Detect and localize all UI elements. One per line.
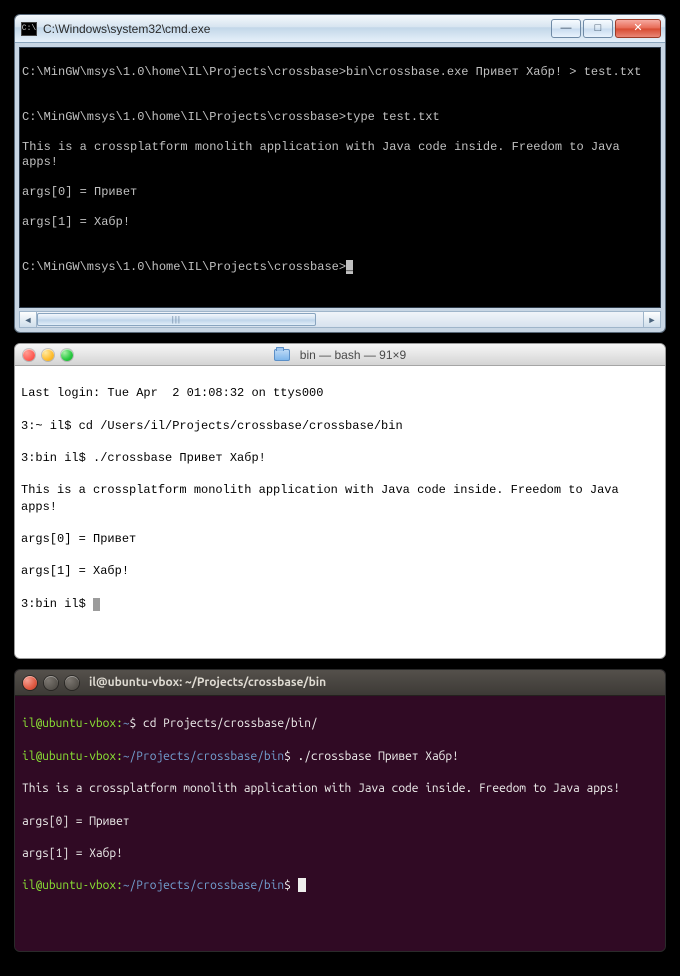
scrollbar-track[interactable]: ||| bbox=[37, 312, 643, 327]
mac-terminal-window: bin — bash — 91×9 Last login: Tue Apr 2 … bbox=[14, 343, 666, 659]
scroll-left-icon[interactable]: ◄ bbox=[20, 312, 37, 327]
minimize-button[interactable] bbox=[44, 676, 58, 690]
prompt-symbol: $ bbox=[284, 750, 297, 763]
ubuntu-titlebar[interactable]: il@ubuntu-vbox: ~/Projects/crossbase/bin bbox=[15, 670, 665, 696]
terminal-prompt-line: C:\MinGW\msys\1.0\home\IL\Projects\cross… bbox=[22, 260, 654, 275]
windows-title: C:\Windows\system32\cmd.exe bbox=[43, 23, 551, 35]
terminal-line: args[0] = Привет bbox=[22, 185, 654, 200]
windows-titlebar[interactable]: C:\ C:\Windows\system32\cmd.exe — □ ✕ bbox=[15, 15, 665, 43]
command-text: ./crossbase Привет Хабр! bbox=[298, 750, 459, 763]
windows-terminal[interactable]: C:\MinGW\msys\1.0\home\IL\Projects\cross… bbox=[19, 47, 661, 308]
minimize-button[interactable]: — bbox=[551, 19, 581, 38]
prompt-symbol: $ bbox=[284, 879, 297, 892]
horizontal-scrollbar[interactable]: ◄ ||| ► bbox=[19, 311, 661, 328]
mac-title: bin — bash — 91×9 bbox=[300, 349, 406, 361]
terminal-line: args[1] = Хабр! bbox=[21, 563, 659, 579]
scrollbar-thumb[interactable]: ||| bbox=[37, 313, 316, 326]
prompt-symbol: $ bbox=[130, 717, 143, 730]
terminal-line: C:\MinGW\msys\1.0\home\IL\Projects\cross… bbox=[22, 110, 654, 125]
terminal-line: args[1] = Хабр! bbox=[22, 215, 654, 230]
cursor-icon bbox=[93, 598, 100, 611]
ubuntu-terminal[interactable]: il@ubuntu-vbox:~$ cd Projects/crossbase/… bbox=[15, 696, 665, 951]
terminal-line: 3:bin il$ ./crossbase Привет Хабр! bbox=[21, 450, 659, 466]
terminal-line: args[0] = Привет bbox=[21, 531, 659, 547]
terminal-line: il@ubuntu-vbox:~/Projects/crossbase/bin$… bbox=[22, 749, 658, 765]
prompt: 3:bin il$ bbox=[21, 597, 93, 611]
terminal-prompt-line: 3:bin il$ bbox=[21, 596, 659, 612]
close-button[interactable] bbox=[23, 676, 37, 690]
terminal-line: Last login: Tue Apr 2 01:08:32 on ttys00… bbox=[21, 385, 659, 401]
command-text: cd Projects/crossbase/bin/ bbox=[143, 717, 318, 730]
terminal-line: 3:~ il$ cd /Users/il/Projects/crossbase/… bbox=[21, 418, 659, 434]
prompt-user: il@ubuntu-vbox: bbox=[22, 879, 123, 892]
terminal-line: args[0] = Привет bbox=[22, 814, 658, 830]
maximize-button[interactable] bbox=[65, 676, 79, 690]
windows-cmd-window: C:\ C:\Windows\system32\cmd.exe — □ ✕ C:… bbox=[14, 14, 666, 333]
terminal-line: This is a crossplatform monolith applica… bbox=[22, 781, 658, 797]
prompt: C:\MinGW\msys\1.0\home\IL\Projects\cross… bbox=[22, 260, 346, 274]
close-button[interactable]: ✕ bbox=[615, 19, 661, 38]
prompt-user: il@ubuntu-vbox: bbox=[22, 717, 123, 730]
windows-terminal-frame: C:\MinGW\msys\1.0\home\IL\Projects\cross… bbox=[15, 43, 665, 332]
maximize-button[interactable]: □ bbox=[583, 19, 613, 38]
cmd-app-icon: C:\ bbox=[21, 22, 37, 36]
ubuntu-terminal-window: il@ubuntu-vbox: ~/Projects/crossbase/bin… bbox=[14, 669, 666, 952]
prompt-path: ~/Projects/crossbase/bin bbox=[123, 879, 284, 892]
terminal-line: This is a crossplatform monolith applica… bbox=[21, 482, 659, 514]
ubuntu-title: il@ubuntu-vbox: ~/Projects/crossbase/bin bbox=[89, 677, 326, 689]
cursor-icon: _ bbox=[346, 260, 353, 274]
cursor-icon bbox=[298, 878, 306, 892]
terminal-line: il@ubuntu-vbox:~$ cd Projects/crossbase/… bbox=[22, 716, 658, 732]
folder-icon bbox=[274, 349, 290, 361]
terminal-line: This is a crossplatform monolith applica… bbox=[22, 140, 654, 170]
terminal-line: C:\MinGW\msys\1.0\home\IL\Projects\cross… bbox=[22, 65, 654, 80]
terminal-prompt-line: il@ubuntu-vbox:~/Projects/crossbase/bin$ bbox=[22, 878, 658, 894]
mac-titlebar[interactable]: bin — bash — 91×9 bbox=[15, 344, 665, 366]
terminal-line: args[1] = Хабр! bbox=[22, 846, 658, 862]
mac-terminal[interactable]: Last login: Tue Apr 2 01:08:32 on ttys00… bbox=[15, 366, 665, 658]
prompt-path: ~/Projects/crossbase/bin bbox=[123, 750, 284, 763]
scroll-right-icon[interactable]: ► bbox=[643, 312, 660, 327]
prompt-user: il@ubuntu-vbox: bbox=[22, 750, 123, 763]
prompt-path: ~ bbox=[123, 717, 130, 730]
